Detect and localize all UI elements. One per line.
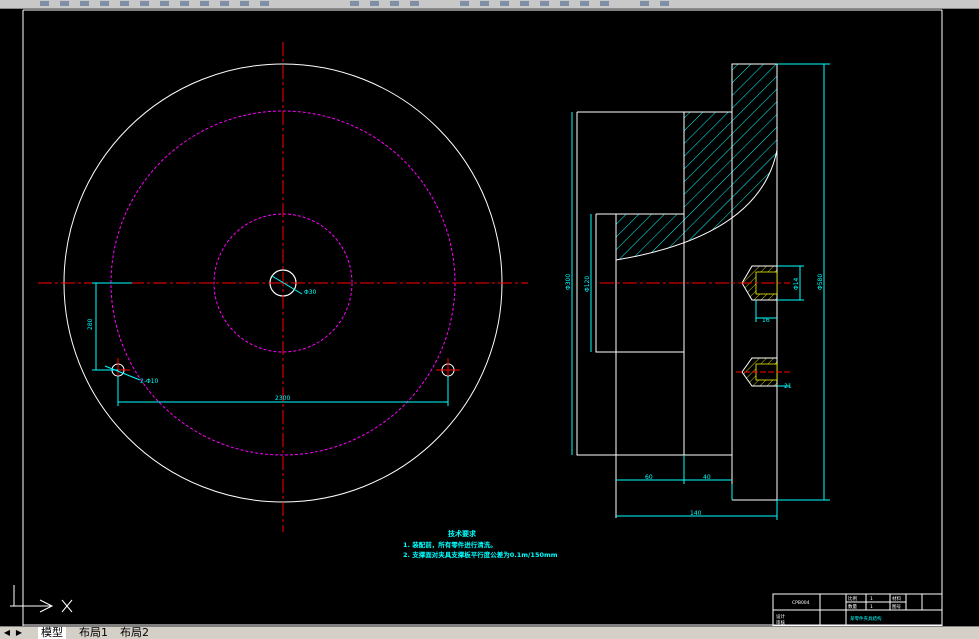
tab-model[interactable]: 模型: [38, 627, 66, 639]
toolbar-button[interactable]: [370, 1, 379, 6]
tb-value-qty: 1: [870, 604, 873, 610]
title-block: CPB004 设计 审核 比例 数量 材料 图号 1 1 某零件夹具结构: [772, 593, 943, 626]
toolbar-button[interactable]: [600, 1, 609, 6]
toolbar-button[interactable]: [180, 1, 189, 6]
dim-side-inner-height: Φ120: [584, 276, 591, 292]
toolbar-button[interactable]: [640, 1, 649, 6]
toolbar-button[interactable]: [660, 1, 669, 6]
technical-notes: 技术要求 1. 装配前，所有零件进行清洗。 2. 支撑面对夹具支撑板平行度公差为…: [403, 529, 558, 559]
toolbar-button[interactable]: [60, 1, 69, 6]
dim-outer-right-height: Φ580: [817, 274, 824, 290]
toolbar-button[interactable]: [80, 1, 89, 6]
section-view[interactable]: Φ300 Φ120 Φ580 Φ14 16 21 60 40 140: [565, 63, 830, 520]
notes-title: 技术要求: [448, 529, 477, 538]
tab-next-icon[interactable]: ▶: [14, 628, 24, 638]
part-title: 某零件夹具结构: [850, 615, 882, 622]
toolbar-button[interactable]: [160, 1, 169, 6]
dim-thread-depth-2: 21: [784, 383, 792, 390]
tb-label-review: 审核: [776, 619, 785, 626]
toolbar-button[interactable]: [540, 1, 549, 6]
toolbar-button[interactable]: [260, 1, 269, 6]
dim-overall-width: 140: [690, 510, 702, 517]
tb-value-scale: 1: [870, 596, 873, 602]
dim-thread-depth: 16: [762, 317, 770, 324]
toolbar-button[interactable]: [40, 1, 49, 6]
toolbar-button[interactable]: [580, 1, 589, 6]
toolbar-button[interactable]: [460, 1, 469, 6]
note-line-1: 1. 装配前，所有零件进行清洗。: [403, 540, 497, 549]
toolbar-button[interactable]: [410, 1, 419, 6]
dim-side-overall-height: Φ300: [565, 274, 572, 290]
toolbar-button[interactable]: [560, 1, 569, 6]
tb-label-material: 材料: [892, 595, 901, 602]
toolbar-button[interactable]: [120, 1, 129, 6]
toolbar-button[interactable]: [240, 1, 249, 6]
toolbar-button[interactable]: [520, 1, 529, 6]
note-line-2: 2. 支撑面对夹具支撑板平行度公差为0.1m/150mm: [403, 550, 558, 559]
layout-tabs: ◀ ▶ 模型 布局1 布局2: [0, 626, 979, 639]
ucs-icon: [10, 585, 73, 613]
toolbar-button[interactable]: [480, 1, 489, 6]
tb-label-design: 设计: [776, 613, 785, 620]
model-space-canvas[interactable]: Φ30 2-Φ10 280 2300 Φ300 Φ120 Φ580 Φ14 16…: [0, 8, 979, 626]
dim-center-hole: Φ30: [304, 289, 317, 296]
dim-small-hole: 2-Φ10: [140, 378, 159, 385]
tab-layout1[interactable]: 布局1: [76, 627, 111, 639]
dim-width-1: 60: [645, 474, 653, 481]
toolbar-button[interactable]: [390, 1, 399, 6]
toolbar-button[interactable]: [220, 1, 229, 6]
dim-thread-dia: Φ14: [793, 277, 800, 290]
front-view[interactable]: Φ30 2-Φ10 280 2300: [38, 42, 528, 532]
drawing-name: CPB004: [792, 600, 810, 606]
front-dimensions: [92, 275, 449, 406]
dim-hole-spacing: 2300: [275, 395, 290, 402]
tb-label-scale: 比例: [848, 595, 857, 602]
tb-label-number: 图号: [892, 604, 901, 610]
tab-layout2[interactable]: 布局2: [117, 627, 152, 639]
toolbar-button[interactable]: [200, 1, 209, 6]
dim-vertical-offset: 280: [87, 318, 94, 330]
toolbar-button[interactable]: [100, 1, 109, 6]
tb-label-qty: 数量: [848, 603, 857, 610]
hatched-section: [615, 63, 778, 261]
tab-prev-icon[interactable]: ◀: [2, 628, 12, 638]
toolbar-button[interactable]: [500, 1, 509, 6]
toolbar-button[interactable]: [350, 1, 359, 6]
drawing-frame: [22, 9, 943, 626]
dim-width-2: 40: [703, 474, 711, 481]
toolbar-button[interactable]: [140, 1, 149, 6]
